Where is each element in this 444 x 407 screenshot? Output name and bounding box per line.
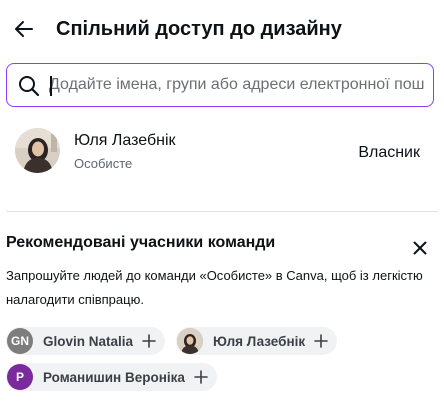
share-header: Спільний доступ до дизайну bbox=[0, 0, 444, 58]
member-name: Glovin Natalia bbox=[43, 333, 134, 349]
search-input[interactable] bbox=[49, 70, 433, 100]
divider bbox=[6, 211, 438, 212]
member-name: Юля Лазебнік bbox=[213, 333, 306, 349]
recommended-description: Запрошуйте людей до команди «Особисте» в… bbox=[6, 268, 423, 307]
owner-team: Особисте bbox=[74, 156, 133, 171]
back-button[interactable] bbox=[12, 17, 36, 41]
text-caret bbox=[50, 76, 52, 96]
avatar bbox=[15, 128, 60, 173]
search-box[interactable] bbox=[6, 63, 434, 107]
plus-icon[interactable] bbox=[311, 331, 331, 351]
avatar bbox=[177, 328, 203, 354]
close-icon bbox=[413, 241, 427, 255]
arrow-left-icon bbox=[15, 21, 33, 37]
close-recommended-button[interactable] bbox=[408, 236, 432, 260]
suggested-member-chip[interactable]: GN Glovin Natalia bbox=[6, 327, 166, 355]
owner-role: Власник bbox=[358, 144, 420, 161]
recommended-title: Рекомендовані учасники команди bbox=[6, 234, 276, 251]
avatar: GN bbox=[7, 328, 33, 354]
avatar: P bbox=[7, 364, 33, 390]
search-icon bbox=[19, 76, 40, 97]
page-title: Спільний доступ до дизайну bbox=[56, 18, 342, 40]
suggested-member-chip[interactable]: P Романишин Вероніка bbox=[6, 363, 217, 391]
suggested-member-chip[interactable]: Юля Лазебнік bbox=[176, 327, 338, 355]
avatar-initials: GN bbox=[11, 334, 29, 348]
member-name: Романишин Вероніка bbox=[43, 369, 185, 385]
avatar-initials: P bbox=[15, 370, 24, 384]
owner-name: Юля Лазебнік bbox=[74, 132, 176, 149]
owner-row: Юля Лазебнік Особисте Власник bbox=[0, 118, 444, 184]
plus-icon[interactable] bbox=[191, 367, 211, 387]
plus-icon[interactable] bbox=[139, 331, 159, 351]
